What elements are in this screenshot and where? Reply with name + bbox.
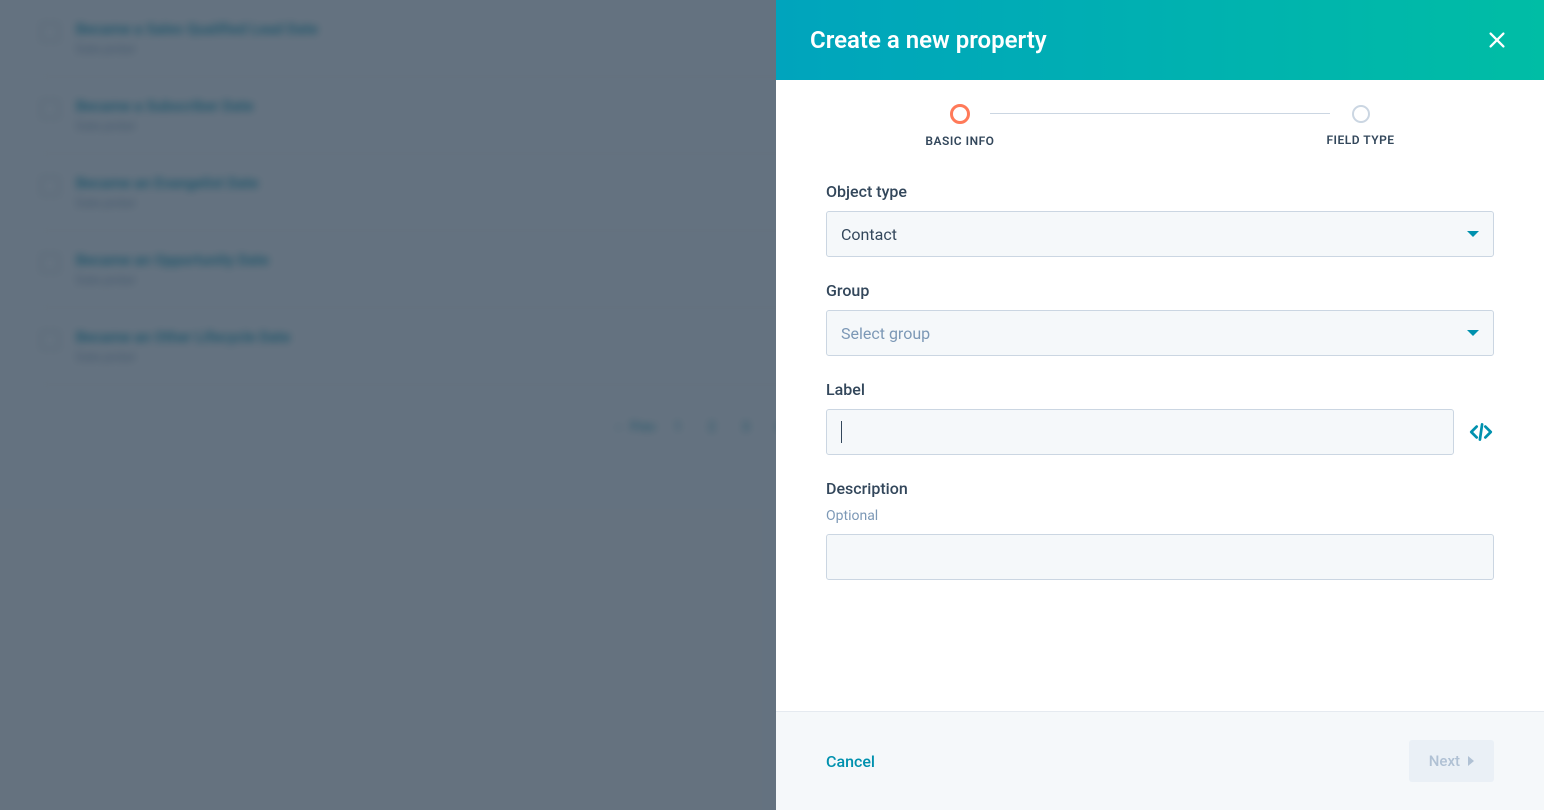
label-label: Label [826, 380, 1494, 399]
field-label: Label [826, 380, 1494, 455]
next-label: Next [1429, 752, 1460, 770]
description-input[interactable] [826, 534, 1494, 580]
text-cursor [841, 421, 842, 443]
field-object-type: Object type Contact [826, 182, 1494, 257]
label-input[interactable] [826, 409, 1454, 455]
stepper-line [990, 113, 1330, 114]
close-icon [1486, 29, 1508, 51]
stepper: BASIC INFO FIELD TYPE [826, 104, 1494, 148]
object-type-label: Object type [826, 182, 1494, 201]
description-label: Description [826, 479, 1494, 498]
object-type-value: Contact [841, 225, 897, 244]
object-type-select[interactable]: Contact [826, 211, 1494, 257]
step-basic-info[interactable]: BASIC INFO [925, 104, 994, 148]
internal-name-button[interactable] [1468, 419, 1494, 445]
chevron-down-icon [1467, 231, 1479, 237]
group-label: Group [826, 281, 1494, 300]
next-button[interactable]: Next [1409, 740, 1494, 782]
panel-body: BASIC INFO FIELD TYPE Object type Contac… [776, 80, 1544, 711]
field-description: Description Optional [826, 479, 1494, 580]
field-group: Group Select group [826, 281, 1494, 356]
panel-footer: Cancel Next [776, 711, 1544, 810]
group-select[interactable]: Select group [826, 310, 1494, 356]
description-hint: Optional [826, 508, 1494, 524]
chevron-right-icon [1468, 756, 1474, 766]
group-placeholder: Select group [841, 324, 930, 343]
step-label: FIELD TYPE [1326, 133, 1394, 147]
close-button[interactable] [1484, 27, 1510, 53]
cancel-button[interactable]: Cancel [826, 752, 875, 771]
create-property-panel: Create a new property BASIC INFO FIELD T… [776, 0, 1544, 810]
code-icon [1468, 419, 1494, 445]
panel-header: Create a new property [776, 0, 1544, 80]
chevron-down-icon [1467, 330, 1479, 336]
step-field-type[interactable]: FIELD TYPE [1326, 105, 1394, 147]
step-label: BASIC INFO [925, 134, 994, 148]
panel-title: Create a new property [810, 26, 1047, 54]
step-circle-icon [1352, 105, 1370, 123]
step-circle-icon [950, 104, 970, 124]
